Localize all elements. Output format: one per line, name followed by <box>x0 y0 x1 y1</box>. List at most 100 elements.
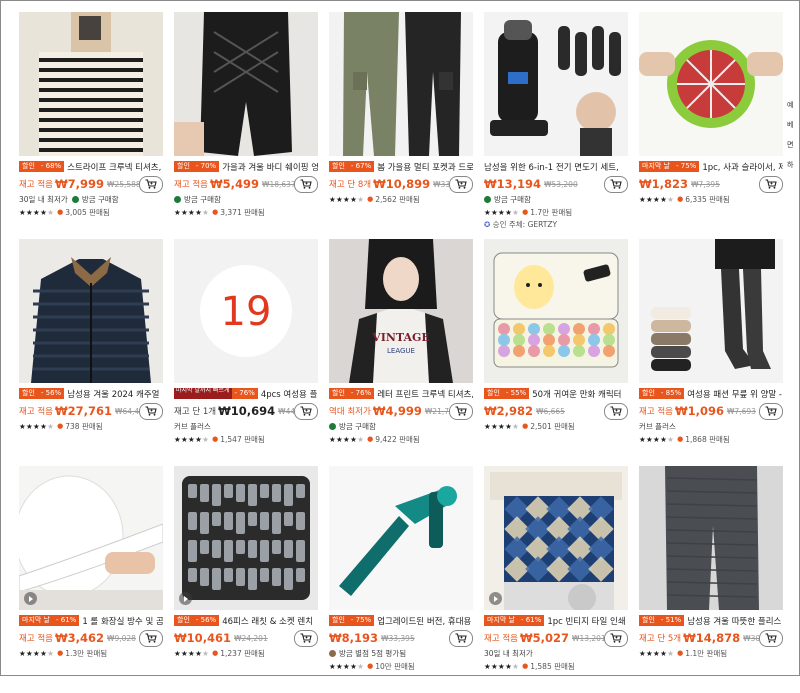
product-image[interactable] <box>639 466 783 610</box>
discount-badge: 할인 <box>329 388 348 399</box>
product-title[interactable]: 여성용 패션 무릎 위 양말 - <box>687 388 782 400</box>
product-card[interactable]: 할인 - 68% 스트라이프 크루넥 티셔츠, 재고 적음 ₩7,999 ₩25,588… <box>19 12 163 239</box>
add-to-cart-button[interactable] <box>449 630 473 647</box>
discount-percent-badge: - 75% <box>673 161 700 172</box>
title-row: 할인 - 55% 50개 귀여운 만화 캐릭터 <box>484 387 628 400</box>
price-row: ₩1,823 ₩7,395 <box>639 176 783 193</box>
add-to-cart-button[interactable] <box>449 176 473 193</box>
product-title[interactable]: 남성용 겨울 2024 캐주얼 <box>67 388 159 400</box>
star-rating: ★★★★★ <box>19 648 55 658</box>
product-card[interactable]: 남성을 위한 6-in-1 전기 면도기 세트, ₩13,194 ₩53,200 … <box>484 12 628 239</box>
play-icon[interactable] <box>489 592 502 605</box>
product-title[interactable]: 스트라이프 크루넥 티셔츠, <box>67 161 161 173</box>
product-card[interactable]: 할인 - 56% 남성용 겨울 2024 캐주얼 재고 적음 ₩27,761 ₩64,4… <box>19 239 163 466</box>
side-rail-item[interactable]: 하 <box>787 160 800 170</box>
product-card[interactable]: 할인 - 70% 가을과 겨울 바디 쉐이핑 엉 재고 적음 ₩5,499 ₩18,63… <box>174 12 318 239</box>
product-image[interactable] <box>19 239 163 383</box>
product-title[interactable]: 봄 가을용 멀티 포켓과 드로 <box>377 161 473 173</box>
add-to-cart-button[interactable] <box>294 630 318 647</box>
add-to-cart-button[interactable] <box>604 403 628 420</box>
product-title[interactable]: 1pc, 사과 슬라이서, 제 <box>702 161 783 173</box>
product-image[interactable] <box>329 12 473 156</box>
product-title[interactable]: 1 롤 화장실 방수 및 곰 <box>82 615 163 627</box>
product-image[interactable] <box>639 12 783 156</box>
product-image[interactable] <box>484 239 628 383</box>
product-image[interactable] <box>639 239 783 383</box>
sold-count: 1.1만 판매됨 <box>685 648 728 658</box>
product-photo: 19 <box>174 239 318 383</box>
star-rating: ★★★★★ <box>329 661 365 671</box>
discount-badge: 할인 <box>329 615 348 626</box>
original-price: ₩7,693 <box>727 406 756 416</box>
product-card[interactable]: 할인 - 56% 46피스 래칫 & 소켓 렌치 ₩10,461 ₩24,201 ★★… <box>174 466 318 693</box>
sale-price: ₩4,999 <box>372 404 422 418</box>
product-image[interactable] <box>174 466 318 610</box>
product-title[interactable]: 가을과 겨울 바디 쉐이핑 엉 <box>222 161 318 173</box>
cart-icon <box>145 633 157 643</box>
product-image[interactable] <box>484 12 628 156</box>
product-title[interactable]: 50개 귀여운 만화 캐릭터 <box>532 388 621 400</box>
product-photo <box>639 12 783 156</box>
add-to-cart-button[interactable] <box>294 176 318 193</box>
stock-label: 재고 적음 <box>19 634 53 644</box>
product-image[interactable] <box>19 466 163 610</box>
side-rail-item[interactable]: 면 <box>787 140 800 150</box>
product-photo <box>174 466 318 610</box>
sale-price: ₩5,499 <box>209 177 260 191</box>
flame-icon: ● <box>677 435 684 443</box>
product-card[interactable]: 마지막 날- 61% 1pc 빈티지 타일 인쇄 재고 적음 ₩5,027 ₩13,2… <box>484 466 628 693</box>
product-card[interactable]: 마지막 날- 61% 1 롤 화장실 방수 및 곰 재고 적음 ₩3,462 ₩9,0… <box>19 466 163 693</box>
product-image[interactable] <box>329 466 473 610</box>
product-title[interactable]: 4pcs 여성용 플러스 에로 <box>261 388 318 400</box>
countdown-number: 19 <box>221 289 272 335</box>
product-image[interactable] <box>174 12 318 156</box>
product-title[interactable]: 남성용 겨울 따뜻한 플리스 <box>687 615 781 627</box>
product-card[interactable]: VINTAGE LEAGUE 할인 - 76% 레터 프린트 크루넥 티셔츠, 역대 … <box>329 239 473 466</box>
play-icon[interactable] <box>179 592 192 605</box>
product-card[interactable]: 할인 - 55% 50개 귀여운 만화 캐릭터 ₩2,982 ₩6,665 ★★★★★… <box>484 239 628 466</box>
add-to-cart-button[interactable] <box>449 403 473 420</box>
side-rail-item[interactable]: 예 <box>787 100 800 110</box>
side-rail-item[interactable]: 베 <box>787 120 800 130</box>
add-to-cart-button[interactable] <box>604 176 628 193</box>
meta-text: 커브 플러스 <box>639 422 676 431</box>
product-meta: 방금 구매함 <box>484 194 628 205</box>
recent-purchase-text: 방금 구매함 <box>339 422 376 431</box>
product-title[interactable]: 남성을 위한 6-in-1 전기 면도기 세트, <box>484 161 619 173</box>
discount-badge: 할인 <box>329 161 348 172</box>
cart-icon <box>610 633 622 643</box>
product-photo <box>639 466 783 610</box>
product-title[interactable]: 레터 프린트 크루넥 티셔츠, <box>377 388 473 400</box>
add-to-cart-button[interactable] <box>139 176 163 193</box>
stock-label: 재고 적음 <box>484 634 518 644</box>
add-to-cart-button[interactable] <box>139 403 163 420</box>
product-card[interactable]: 할인 - 75% 업그레이드된 버전, 휴대용 ₩8,193 ₩33,395 방금 별… <box>329 466 473 693</box>
product-card[interactable]: 할인- 67%봄 가을용 멀티 포켓과 드로 재고 단 8개₩10,899₩33… <box>329 12 473 239</box>
product-card[interactable]: 할인- 51%남성용 겨울 따뜻한 플리스 재고 단 5개₩14,878₩30,… <box>639 466 783 693</box>
discount-percent-badge: - 56% <box>37 388 65 399</box>
product-title[interactable]: 1pc 빈티지 타일 인쇄 <box>547 615 625 627</box>
product-card[interactable]: 마지막 날- 75% 1pc, 사과 슬라이서, 제 ₩1,823 ₩7,395 ★… <box>639 12 783 239</box>
product-image[interactable] <box>19 12 163 156</box>
discount-percent-badge: - 70% <box>192 161 220 172</box>
product-title[interactable]: 업그레이드된 버전, 휴대용 <box>377 615 471 627</box>
add-to-cart-button[interactable] <box>759 630 783 647</box>
add-to-cart-button[interactable] <box>759 176 783 193</box>
product-image[interactable]: VINTAGE LEAGUE <box>329 239 473 383</box>
add-to-cart-button[interactable] <box>139 630 163 647</box>
product-card[interactable]: 19 마지막 날까지 빠르게- 76%4pcs 여성용 플러스 에로 재고 단 … <box>174 239 318 466</box>
play-icon[interactable] <box>24 592 37 605</box>
star-rating: ★★★★★ <box>484 207 520 217</box>
product-card[interactable]: 할인 - 85% 여성용 패션 무릎 위 양말 - 재고 적음 ₩1,096 ₩7,69… <box>639 239 783 466</box>
product-title[interactable]: 46피스 래칫 & 소켓 렌치 <box>222 615 313 627</box>
product-image[interactable] <box>484 466 628 610</box>
add-to-cart-button[interactable] <box>759 403 783 420</box>
sold-count: 10만 판매됨 <box>375 661 415 671</box>
star-rating: ★★★★★ <box>329 434 365 444</box>
discount-badge: 할인 <box>174 615 193 626</box>
cart-icon <box>765 406 777 416</box>
add-to-cart-button[interactable] <box>294 403 318 420</box>
product-image[interactable]: 19 <box>174 239 318 383</box>
add-to-cart-button[interactable] <box>604 630 628 647</box>
cart-icon <box>455 406 467 416</box>
